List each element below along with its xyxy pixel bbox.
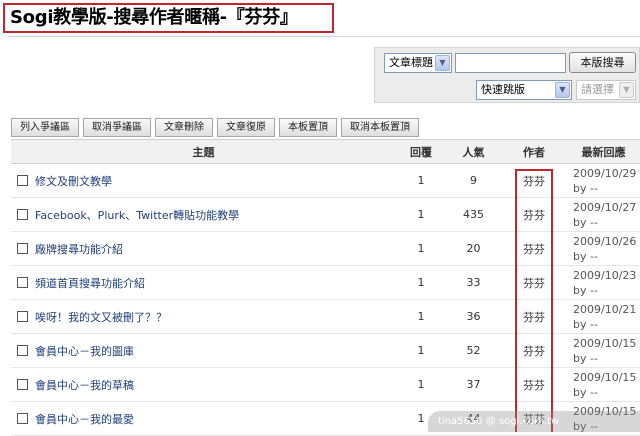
- col-header-subject: 主題: [11, 139, 396, 164]
- reply-count: 1: [396, 265, 446, 300]
- latest-date: 2009/10/15: [573, 336, 637, 350]
- quick-jump-select[interactable]: 快速跳版 ▼: [476, 80, 572, 100]
- topic-link[interactable]: 會員中心－我的最愛: [35, 413, 134, 426]
- col-header-views: 人氣: [446, 139, 501, 164]
- latest-by: by --: [573, 317, 598, 331]
- page-title: Sogi教學版-搜尋作者暱稱-『芬芬』: [3, 3, 334, 33]
- row-checkbox[interactable]: [17, 311, 28, 322]
- reply-count: 1: [396, 163, 446, 198]
- latest-date: 2009/10/21: [573, 302, 637, 316]
- row-checkbox[interactable]: [17, 175, 28, 186]
- latest-by: by --: [573, 385, 598, 399]
- author-name[interactable]: 芬芬: [501, 197, 567, 232]
- row-checkbox[interactable]: [17, 277, 28, 288]
- table-row: 會員中心－我的草稿 1 37 芬芬 2009/10/15 by --: [11, 367, 640, 402]
- view-count: 52: [446, 333, 501, 368]
- reply-count: 1: [396, 197, 446, 232]
- topic-link[interactable]: 廠牌搜尋功能介紹: [35, 243, 123, 256]
- title-divider: [8, 36, 640, 37]
- topic-table: 主題 回覆 人氣 作者 最新回應 修文及刪文教學 1 9 芬芬 2009/10/…: [11, 139, 640, 436]
- quick-jump-value: 快速跳版: [481, 83, 525, 96]
- view-count: 9: [446, 163, 501, 198]
- author-name[interactable]: 芬芬: [501, 265, 567, 300]
- latest-date: 2009/10/29: [573, 166, 637, 180]
- chevron-down-icon[interactable]: ▼: [619, 82, 634, 98]
- latest-date: 2009/10/27: [573, 200, 637, 214]
- reply-count: 1: [396, 231, 446, 266]
- latest-by: by --: [573, 351, 598, 365]
- row-checkbox[interactable]: [17, 413, 28, 424]
- view-count: 20: [446, 231, 501, 266]
- view-count: 33: [446, 265, 501, 300]
- latest-by: by --: [573, 181, 598, 195]
- mark-dispute-button[interactable]: 列入爭議區: [11, 118, 79, 137]
- latest-date: 2009/10/23: [573, 268, 637, 282]
- unmark-dispute-button[interactable]: 取消爭議區: [83, 118, 151, 137]
- table-row: 修文及刪文教學 1 9 芬芬 2009/10/29 by --: [11, 163, 640, 198]
- view-count: 37: [446, 367, 501, 402]
- latest-by: by --: [573, 249, 598, 263]
- latest-date: 2009/10/15: [573, 370, 637, 384]
- view-count: 36: [446, 299, 501, 334]
- latest-by: by --: [573, 283, 598, 297]
- chevron-down-icon[interactable]: ▼: [555, 82, 570, 98]
- author-name[interactable]: 芬芬: [501, 333, 567, 368]
- author-name[interactable]: 芬芬: [501, 367, 567, 402]
- search-type-select[interactable]: 文章標題 ▼: [384, 53, 452, 73]
- reply-count: 1: [396, 299, 446, 334]
- view-count: 435: [446, 197, 501, 232]
- topic-link[interactable]: 會員中心－我的草稿: [35, 379, 134, 392]
- topic-link[interactable]: 會員中心－我的圖庫: [35, 345, 134, 358]
- delete-post-button[interactable]: 文章刪除: [155, 118, 213, 137]
- row-checkbox[interactable]: [17, 243, 28, 254]
- author-name[interactable]: 芬芬: [501, 231, 567, 266]
- col-header-replies: 回覆: [396, 139, 446, 164]
- table-row: 唉呀！我的文又被刪了？？ 1 36 芬芬 2009/10/21 by --: [11, 299, 640, 334]
- latest-date: 2009/10/26: [573, 234, 637, 248]
- table-header-row: 主題 回覆 人氣 作者 最新回應: [11, 139, 640, 164]
- search-type-value: 文章標題: [389, 56, 433, 69]
- chevron-down-icon[interactable]: ▼: [435, 55, 450, 71]
- search-panel: 文章標題 ▼ 本版搜尋 快速跳版 ▼ 請選擇 ▼: [374, 47, 640, 103]
- board-choose-select[interactable]: 請選擇 ▼: [576, 80, 636, 100]
- watermark: tina5656 @ sogi.com.tw: [428, 411, 640, 432]
- topic-link[interactable]: 修文及刪文教學: [35, 175, 112, 188]
- row-checkbox[interactable]: [17, 345, 28, 356]
- table-row: 頻道首頁搜尋功能介紹 1 33 芬芬 2009/10/23 by --: [11, 265, 640, 300]
- col-header-author: 作者: [501, 139, 567, 164]
- reply-count: 1: [396, 367, 446, 402]
- col-header-latest: 最新回應: [567, 139, 640, 164]
- topic-link[interactable]: Facebook、Plurk、Twitter轉貼功能教學: [35, 209, 239, 222]
- topic-link[interactable]: 唉呀！我的文又被刪了？？: [35, 311, 167, 324]
- topic-link[interactable]: 頻道首頁搜尋功能介紹: [35, 277, 145, 290]
- row-checkbox[interactable]: [17, 209, 28, 220]
- reply-count: 1: [396, 333, 446, 368]
- latest-by: by --: [573, 215, 598, 229]
- author-name[interactable]: 芬芬: [501, 163, 567, 198]
- restore-post-button[interactable]: 文章復原: [217, 118, 275, 137]
- pin-button[interactable]: 本板置頂: [279, 118, 337, 137]
- author-name[interactable]: 芬芬: [501, 299, 567, 334]
- table-row: Facebook、Plurk、Twitter轉貼功能教學 1 435 芬芬 20…: [11, 197, 640, 232]
- unpin-button[interactable]: 取消本板置頂: [341, 118, 419, 137]
- table-row: 會員中心－我的圖庫 1 52 芬芬 2009/10/15 by --: [11, 333, 640, 368]
- board-search-button[interactable]: 本版搜尋: [569, 52, 636, 73]
- search-input[interactable]: [455, 53, 566, 73]
- board-choose-value: 請選擇: [581, 83, 614, 96]
- row-checkbox[interactable]: [17, 379, 28, 390]
- table-row: 廠牌搜尋功能介紹 1 20 芬芬 2009/10/26 by --: [11, 231, 640, 266]
- moderation-toolbar: 列入爭議區 取消爭議區 文章刪除 文章復原 本板置頂 取消本板置頂: [11, 118, 419, 138]
